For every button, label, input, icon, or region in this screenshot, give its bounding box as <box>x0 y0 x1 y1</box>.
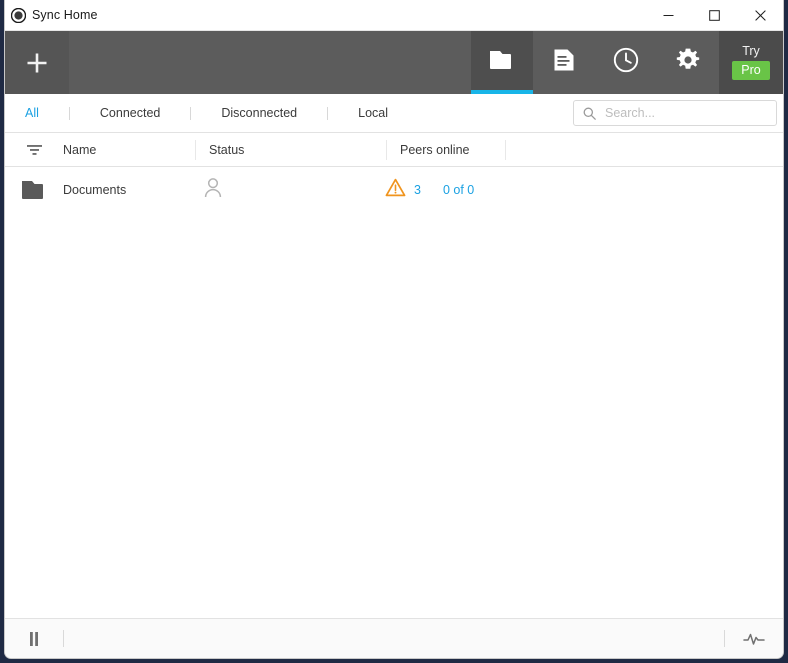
pause-sync-button[interactable] <box>5 620 63 658</box>
pro-badge: Pro <box>732 60 770 80</box>
status-divider <box>63 630 64 647</box>
folder-icon <box>489 49 515 76</box>
column-label-name: Name <box>63 142 97 157</box>
column-header-status[interactable]: Status <box>196 141 386 159</box>
clock-icon <box>613 47 639 78</box>
close-button[interactable] <box>737 0 783 30</box>
filter-bar: All Connected Disconnected Local <box>5 94 783 133</box>
column-header-peers[interactable]: Peers online <box>387 141 505 159</box>
filter-local[interactable]: Local <box>354 106 392 120</box>
row-peers: 3 0 of 0 <box>385 178 474 202</box>
window-title: Sync Home <box>32 8 98 22</box>
toolbar-tab-folders[interactable] <box>471 31 533 94</box>
toolbar-tab-history[interactable] <box>595 31 657 94</box>
filter-divider <box>190 106 192 120</box>
sort-filter-button[interactable] <box>5 143 63 157</box>
column-label-status: Status <box>209 142 245 157</box>
filter-sort-icon <box>26 144 42 155</box>
status-bar <box>5 618 783 658</box>
minimize-button[interactable] <box>645 0 691 30</box>
table-row[interactable]: Documents 3 0 of 0 <box>5 167 783 213</box>
row-name: Documents <box>63 183 127 197</box>
filter-all[interactable]: All <box>21 106 43 120</box>
pause-icon <box>30 631 38 646</box>
main-toolbar: Try Pro <box>5 31 783 94</box>
window-controls <box>645 0 783 30</box>
toolbar-spacer <box>69 31 471 94</box>
plus-icon <box>27 53 47 72</box>
folder-list: Documents 3 0 of 0 <box>5 167 783 618</box>
filter-connected[interactable]: Connected <box>96 106 164 120</box>
filter-divider <box>327 106 329 120</box>
row-folder-icon <box>5 179 63 201</box>
filter-divider <box>68 106 70 120</box>
add-folder-button[interactable] <box>5 31 69 94</box>
sync-logo-icon <box>10 7 26 23</box>
row-status <box>195 177 385 203</box>
search-input[interactable] <box>603 105 767 121</box>
search-icon <box>583 107 596 120</box>
column-header-name[interactable]: Name <box>63 141 195 159</box>
document-list-icon <box>553 48 575 77</box>
gear-icon <box>675 47 701 78</box>
title-bar: Sync Home <box>5 0 783 31</box>
warning-count: 3 <box>414 183 421 197</box>
peers-online-value[interactable]: 0 of 0 <box>443 183 474 197</box>
column-divider[interactable] <box>505 139 506 160</box>
try-pro-button[interactable]: Try Pro <box>719 31 783 94</box>
toolbar-tab-settings[interactable] <box>657 31 719 94</box>
filter-disconnected[interactable]: Disconnected <box>217 106 301 120</box>
search-box[interactable] <box>573 100 777 126</box>
activity-pulse-icon <box>743 633 765 645</box>
toolbar-tab-devices[interactable] <box>533 31 595 94</box>
sync-home-window: Sync Home Try Pro All Connected Disconne… <box>4 0 784 659</box>
maximize-button[interactable] <box>691 0 737 30</box>
activity-button[interactable] <box>725 620 783 658</box>
warning-triangle-icon[interactable] <box>385 178 406 202</box>
column-label-peers: Peers online <box>400 142 470 157</box>
table-header: Name Status Peers online <box>5 133 783 167</box>
person-icon <box>203 177 223 203</box>
try-label: Try <box>742 44 760 59</box>
